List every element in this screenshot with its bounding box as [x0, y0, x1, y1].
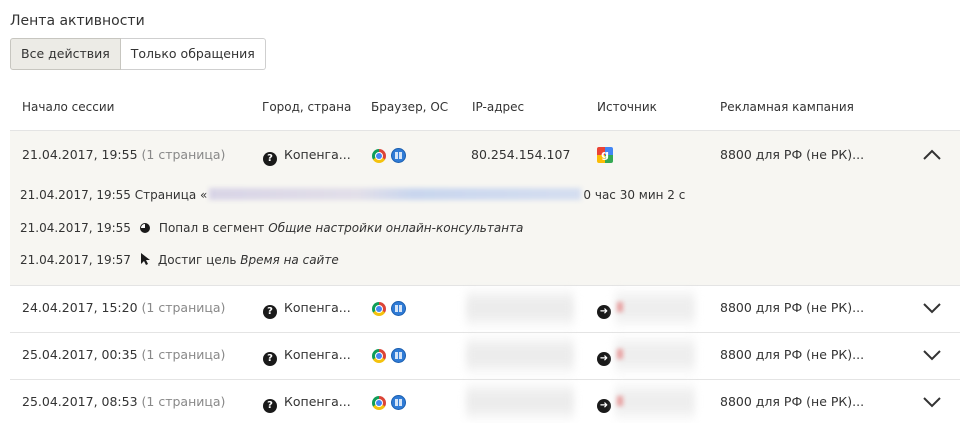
session-city: ? Копенга... [263, 147, 351, 166]
session-city: ? Копенга... [263, 300, 351, 319]
session-browser [372, 148, 406, 164]
session-start: 24.04.2017, 15:20 (1 страница) [22, 300, 225, 315]
chevron-down-icon[interactable] [922, 349, 942, 363]
windows-icon [391, 148, 406, 163]
chevron-down-icon[interactable] [922, 302, 942, 316]
event-action: Попал в сегмент [158, 221, 265, 235]
redacted-ip [466, 333, 574, 380]
event-target: Общие настройки онлайн-консультанта [268, 221, 524, 235]
session-ip: 80.254.154.107 [471, 147, 571, 162]
cursor-icon [140, 253, 150, 269]
windows-icon [391, 348, 406, 363]
session-campaign: 8800 для РФ (не РК)... [720, 347, 865, 362]
redacted-source [615, 380, 695, 423]
session-city: ? Копенга... [263, 347, 351, 366]
session-start-time: 25.04.2017, 08:53 [22, 394, 138, 409]
session-page-visit: 21.04.2017, 19:55 Страница « 0 час 30 мин… [20, 188, 685, 202]
table-row[interactable]: 21.04.2017, 19:55 (1 страница) ? Копенга.… [10, 131, 960, 285]
column-browser: Браузер, ОС [371, 100, 449, 114]
session-pages-link[interactable]: (1 страница) [142, 347, 226, 362]
session-pages-link[interactable]: (1 страница) [142, 300, 226, 315]
arrow-right-circle-icon: ➜ [597, 399, 611, 413]
arrow-right-circle-icon: ➜ [597, 352, 611, 366]
session-source[interactable]: ➜ [597, 300, 611, 319]
column-city: Город, страна [262, 100, 352, 114]
session-start-time: 25.04.2017, 00:35 [22, 347, 138, 362]
session-pages-link[interactable]: (1 страница) [142, 147, 226, 162]
redacted-source [615, 286, 695, 333]
page-visit-prefix: 21.04.2017, 19:55 Страница « [20, 188, 208, 202]
redacted-source [615, 333, 695, 380]
column-campaign: Рекламная кампания [720, 100, 854, 114]
tab-all-actions[interactable]: Все действия [10, 38, 121, 70]
session-campaign: 8800 для РФ (не РК)... [720, 394, 865, 409]
session-city-name: Копенга... [284, 300, 351, 315]
question-circle-icon: ? [263, 352, 277, 366]
chrome-icon [372, 396, 386, 410]
question-circle-icon: ? [263, 305, 277, 319]
pie-chart-icon [139, 223, 150, 233]
chrome-icon [372, 149, 386, 163]
table-row[interactable]: 24.04.2017, 15:20 (1 страница) ? Копенга.… [10, 286, 960, 332]
chevron-down-icon[interactable] [922, 396, 942, 410]
session-start: 25.04.2017, 08:53 (1 страница) [22, 394, 225, 409]
event-goal: 21.04.2017, 19:57 Достиг цель Время на са… [20, 253, 339, 269]
session-browser [372, 395, 406, 411]
google-icon: g [597, 147, 613, 163]
table-row[interactable]: 25.04.2017, 08:53 (1 страница) ? Копенга.… [10, 380, 960, 423]
session-city-name: Копенга... [284, 394, 351, 409]
session-start: 21.04.2017, 19:55 (1 страница) [22, 147, 225, 162]
page-title: Лента активности [10, 13, 145, 29]
session-start: 25.04.2017, 00:35 (1 страница) [22, 347, 225, 362]
question-circle-icon: ? [263, 399, 277, 413]
event-time: 21.04.2017, 19:55 [20, 221, 131, 235]
event-action: Достиг цель [157, 253, 237, 267]
column-source: Источник [597, 100, 657, 114]
windows-icon [391, 395, 406, 410]
page-visit-duration: 0 час 30 мин 2 с [583, 188, 686, 202]
event-time: 21.04.2017, 19:57 [20, 253, 131, 267]
arrow-right-circle-icon: ➜ [597, 305, 611, 319]
chrome-icon [372, 349, 386, 363]
session-pages-link[interactable]: (1 страница) [142, 394, 226, 409]
table-header: Начало сессии Город, страна Браузер, ОС … [10, 98, 960, 118]
redacted-ip [466, 380, 574, 423]
session-city-name: Копенга... [284, 347, 351, 362]
windows-icon [391, 301, 406, 316]
session-campaign: 8800 для РФ (не РК)... [720, 300, 865, 315]
session-browser [372, 301, 406, 317]
question-circle-icon: ? [263, 152, 277, 166]
redacted-page-url[interactable] [209, 188, 582, 200]
session-campaign: 8800 для РФ (не РК)... [720, 147, 865, 162]
session-start-time: 24.04.2017, 15:20 [22, 300, 138, 315]
session-source[interactable]: g [597, 146, 613, 163]
table-row[interactable]: 25.04.2017, 00:35 (1 страница) ? Копенга.… [10, 333, 960, 379]
tab-requests-only[interactable]: Только обращения [120, 38, 266, 70]
column-ip: IP-адрес [472, 100, 525, 114]
event-target: Время на сайте [240, 253, 339, 267]
session-browser [372, 348, 406, 364]
chrome-icon [372, 302, 386, 316]
session-city: ? Копенга... [263, 394, 351, 413]
session-start-time: 21.04.2017, 19:55 [22, 147, 138, 162]
event-segment: 21.04.2017, 19:55 Попал в сегмент Общие н… [20, 221, 523, 235]
activity-tabs: Все действия Только обращения [10, 38, 266, 70]
session-city-name: Копенга... [284, 147, 351, 162]
redacted-ip [466, 286, 574, 333]
column-session-start: Начало сессии [22, 100, 115, 114]
session-source[interactable]: ➜ [597, 394, 611, 413]
chevron-up-icon[interactable] [922, 149, 942, 163]
session-source[interactable]: ➜ [597, 347, 611, 366]
